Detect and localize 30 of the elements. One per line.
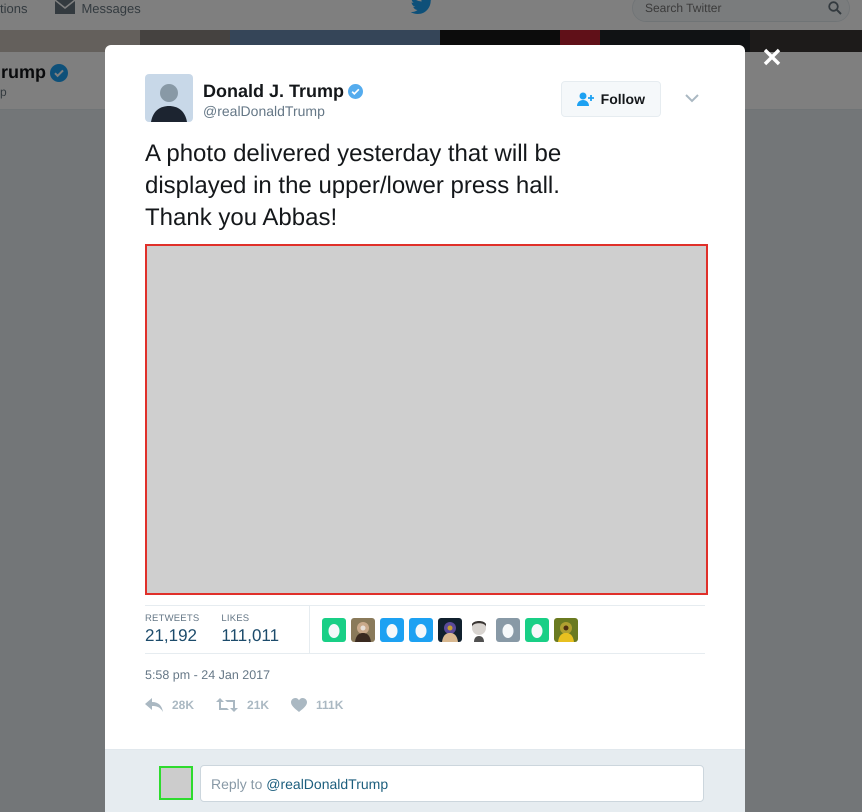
retweet-icon <box>216 698 238 712</box>
bird-icon[interactable] <box>410 0 434 16</box>
reply-icon <box>145 698 163 712</box>
avatar <box>159 766 193 800</box>
tweet-text: A photo delivered yesterday that will be displayed in the upper/lower press hall. Thank you Abbas! <box>145 139 562 233</box>
timestamp[interactable]: 5:58 pm - 24 Jan 2017 <box>145 668 705 682</box>
egg-avatar-icon[interactable] <box>380 618 404 642</box>
nav-link[interactable]: Messages <box>81 0 141 16</box>
search-field[interactable]: Search Twitter <box>632 0 850 22</box>
egg-avatar-icon[interactable] <box>496 618 520 642</box>
stat-label: RETWEETS <box>145 613 200 624</box>
stat-count[interactable]: 21,192 <box>145 626 200 646</box>
avatar[interactable] <box>145 74 193 122</box>
egg-avatar-icon[interactable] <box>525 618 549 642</box>
nav-link[interactable]: tions <box>0 0 28 16</box>
profile-name: rump <box>1 62 46 83</box>
search-icon[interactable] <box>828 1 842 15</box>
profile-handle: p <box>0 85 7 99</box>
close-icon[interactable] <box>763 48 781 66</box>
author-handle[interactable]: @realDonaldTrump <box>203 103 364 119</box>
reply-field[interactable]: Reply to @realDonaldTrump <box>200 765 704 802</box>
stat-label: LIKES <box>221 613 250 624</box>
follow-button[interactable]: Follow <box>560 81 661 117</box>
author-name[interactable]: Donald J. Trump <box>203 81 344 102</box>
heart-icon <box>291 698 308 712</box>
egg-avatar-icon[interactable] <box>409 618 433 642</box>
egg-avatar-icon[interactable] <box>322 618 346 642</box>
chevron-down-icon[interactable] <box>685 94 699 103</box>
person-add-icon <box>576 92 595 106</box>
stat-count[interactable]: 111,011 <box>221 626 280 646</box>
